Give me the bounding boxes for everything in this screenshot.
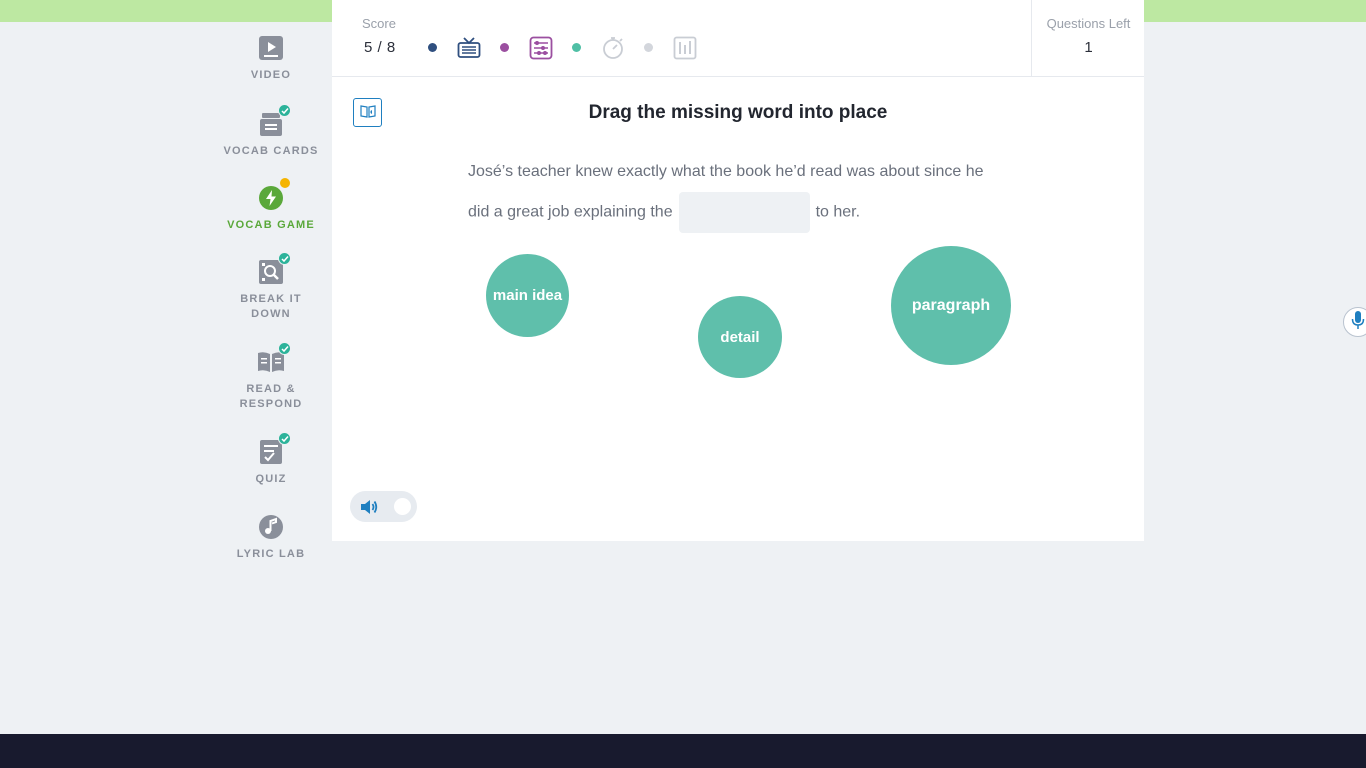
sidebar-item-label: READ & RESPOND bbox=[239, 383, 303, 410]
audio-toggle[interactable] bbox=[350, 491, 417, 522]
questions-left-value: 1 bbox=[1084, 39, 1093, 56]
answer-drop-zone[interactable] bbox=[678, 192, 810, 233]
checklist-icon bbox=[257, 432, 291, 466]
sidebar-item-vocab-cards[interactable]: VOCAB CARDS bbox=[221, 104, 321, 159]
progress-dot-4 bbox=[644, 43, 653, 52]
tv-icon bbox=[456, 35, 482, 61]
question-prompt: Drag the missing word into place bbox=[588, 102, 888, 123]
sidebar-item-label: VOCAB GAME bbox=[227, 219, 315, 231]
sidebar-item-label: VOCAB CARDS bbox=[223, 145, 319, 157]
bars-icon bbox=[672, 35, 698, 61]
score-value: 5 / 8 bbox=[364, 39, 396, 56]
vocab-cards-icon bbox=[257, 104, 291, 138]
sidebar-item-vocab-game[interactable]: VOCAB GAME bbox=[221, 177, 321, 233]
sentence-after: to her. bbox=[815, 203, 861, 221]
open-book-icon bbox=[257, 342, 291, 376]
microphone-button[interactable] bbox=[1343, 307, 1366, 337]
progress-dot-2 bbox=[500, 43, 509, 52]
sidebar-item-label: VIDEO bbox=[250, 69, 292, 81]
sidebar-item-read-respond[interactable]: READ & RESPOND bbox=[221, 342, 321, 412]
microphone-icon bbox=[1350, 310, 1366, 335]
word-choice-paragraph[interactable]: paragraph bbox=[891, 246, 1011, 365]
sidebar-item-lyric-lab[interactable]: LYRIC LAB bbox=[221, 513, 321, 562]
score-label: Score bbox=[362, 16, 396, 31]
toggle-knob bbox=[394, 498, 411, 515]
stopwatch-icon bbox=[600, 35, 626, 61]
completed-check-icon bbox=[278, 342, 291, 355]
progress-dot-1 bbox=[428, 43, 437, 52]
sidebar-item-label: QUIZ bbox=[255, 473, 287, 485]
vocab-game-card: Score 5 / 8 Questions Left 1 Drag the mi… bbox=[332, 0, 1144, 541]
game-header: Score 5 / 8 Questions Left 1 bbox=[332, 0, 1144, 77]
abacus-icon bbox=[528, 35, 554, 61]
sidebar-item-video[interactable]: VIDEO bbox=[221, 34, 321, 83]
video-icon bbox=[257, 34, 285, 62]
question-sentence: José’s teacher knew exactly what the boo… bbox=[468, 152, 1008, 233]
questions-left-label: Questions Left bbox=[1046, 16, 1131, 31]
sidebar-item-quiz[interactable]: QUIZ bbox=[221, 432, 321, 487]
lightning-icon bbox=[257, 177, 291, 212]
sidebar-item-label: BREAK IT DOWN bbox=[240, 293, 302, 320]
completed-check-icon bbox=[278, 432, 291, 445]
word-choice-detail[interactable]: detail bbox=[698, 296, 782, 378]
bottom-bar bbox=[0, 734, 1366, 768]
word-choice-main-idea[interactable]: main idea bbox=[486, 254, 569, 337]
progress-dot-3 bbox=[572, 43, 581, 52]
music-note-icon bbox=[257, 513, 285, 541]
magnifier-grid-icon bbox=[257, 252, 291, 286]
questions-left-panel: Questions Left 1 bbox=[1031, 0, 1144, 77]
completed-check-icon bbox=[278, 104, 291, 117]
completed-check-icon bbox=[278, 252, 291, 265]
sidebar-item-label: LYRIC LAB bbox=[236, 548, 306, 560]
sidebar-item-break-it-down[interactable]: BREAK IT DOWN bbox=[221, 252, 321, 322]
new-indicator-icon bbox=[279, 177, 291, 189]
speaker-icon bbox=[358, 496, 380, 518]
